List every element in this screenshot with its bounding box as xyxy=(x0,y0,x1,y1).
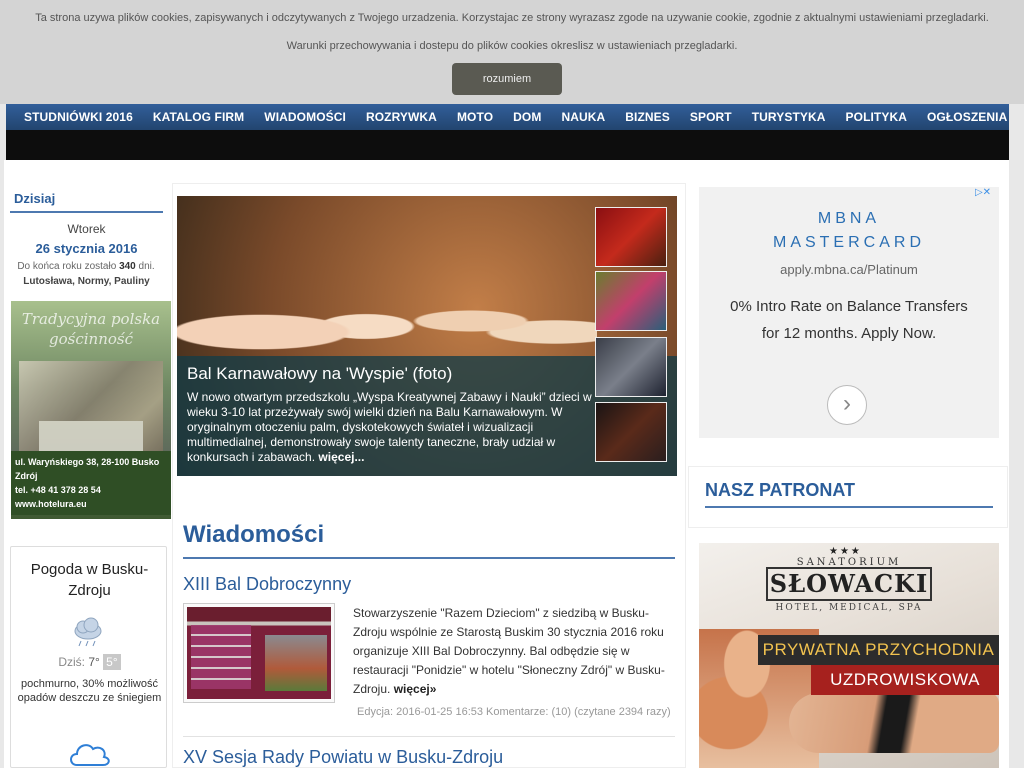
nav-item-wiadomosci[interactable]: WIADOMOŚCI xyxy=(254,110,356,124)
article-separator xyxy=(183,736,675,737)
weather-today: Dziś: 7° 5° xyxy=(11,654,168,670)
accept-cookies-button[interactable]: rozumiem xyxy=(452,63,562,95)
hotel-ad-slogan: Tradycyjna polska gościnność xyxy=(21,310,161,348)
ad-text: 0% Intro Rate on Balance Transfers for 1… xyxy=(730,298,968,342)
hotel-ad-phone-web: tel. +48 41 378 28 54 www.hotelura.eu xyxy=(15,485,101,509)
subnav-bar xyxy=(6,130,1009,160)
weather-widget: Pogoda w Busku-Zdroju Dziś: 7° 5° pochmu… xyxy=(10,546,167,768)
ad-url: apply.mbna.ca/Platinum xyxy=(780,262,918,277)
ad-band-bottom: UZDROWISKOWA xyxy=(811,665,999,695)
feature-title[interactable]: Bal Karnawałowy na 'Wyspie' (foto) xyxy=(187,364,452,384)
article-title[interactable]: XV Sesja Rady Powiatu w Busku-Zdroju xyxy=(183,747,503,768)
nav-item-polityka[interactable]: POLITYKA xyxy=(836,110,917,124)
nav-item-rozrywka[interactable]: ROZRYWKA xyxy=(356,110,447,124)
patronat-divider xyxy=(705,506,993,508)
feature-excerpt-text: W nowo otwartym przedszkolu „Wyspa Kreat… xyxy=(187,390,592,464)
news-section-title: Wiadomości xyxy=(183,521,325,548)
nav-item-dom[interactable]: DOM xyxy=(503,110,551,124)
article-more-link[interactable]: więcej» xyxy=(394,682,437,696)
today-weekday: Wtorek xyxy=(67,222,106,236)
weather-description: pochmurno, 30% możliwość opadów deszczu … xyxy=(17,678,162,704)
hotel-ad-contact: ul. Waryńskiego 38, 28-100 Busko Zdrój t… xyxy=(11,451,171,515)
chevron-right-icon[interactable]: › xyxy=(827,385,867,425)
weather-today-label: Dziś: xyxy=(58,655,85,669)
nav-item-sport[interactable]: SPORT xyxy=(680,110,742,124)
feature-excerpt: W nowo otwartym przedszkolu „Wyspa Kreat… xyxy=(187,390,595,465)
article-thumbnail-image xyxy=(187,607,331,699)
days-left-prefix: Do końca roku zostało xyxy=(17,261,117,272)
article-title[interactable]: XIII Bal Dobroczynny xyxy=(183,574,351,595)
patronat-title: NASZ PATRONAT xyxy=(705,480,855,500)
today-divider xyxy=(10,211,163,213)
days-left-suffix: dni. xyxy=(138,261,155,272)
feature-thumbnail[interactable] xyxy=(595,207,667,267)
nav-item-studniowki[interactable]: STUDNIÓWKI 2016 xyxy=(14,110,143,124)
mbna-ad[interactable]: ▷✕ MBNA MASTERCARD apply.mbna.ca/Platinu… xyxy=(699,187,999,438)
adchoices-icon[interactable]: ▷✕ xyxy=(967,187,999,203)
cloud-icon xyxy=(70,744,110,766)
hotel-ad-address: ul. Waryńskiego 38, 28-100 Busko Zdrój xyxy=(15,457,160,481)
nav-item-nauka[interactable]: NAUKA xyxy=(551,110,615,124)
article-thumbnail[interactable] xyxy=(183,603,335,703)
feature-more-link[interactable]: więcej... xyxy=(318,450,364,464)
today-title: Dzisiaj xyxy=(14,191,56,206)
sanatorium-ad[interactable]: ★★★ SANATORIUM SŁOWACKI HOTEL, MEDICAL, … xyxy=(699,543,999,768)
ad-brand-line2: MASTERCARD xyxy=(772,234,925,251)
nav-item-moto[interactable]: MOTO xyxy=(447,110,503,124)
star-rating-icon: ★★★ xyxy=(829,546,862,557)
cookie-text: Ta strona uzywa plików cookies, zapisywa… xyxy=(35,12,989,52)
hotel-ad-banner[interactable]: Tradycyjna polska gościnność ul. Waryńsk… xyxy=(11,301,171,519)
news-divider xyxy=(183,557,675,559)
cloud-rain-icon xyxy=(74,617,102,647)
weather-temp-day: 7° xyxy=(88,655,100,669)
ad-sanatorium-name: SŁOWACKI xyxy=(766,567,932,601)
ad-brand-line1: MBNA xyxy=(817,210,881,227)
weather-temp-night: 5° xyxy=(103,654,121,670)
today-date: 26 stycznia 2016 xyxy=(35,241,138,256)
days-left: Do końca roku zostało 340 dni. xyxy=(6,261,166,272)
weather-title: Pogoda w Busku-Zdroju xyxy=(30,561,149,599)
days-left-count: 340 xyxy=(119,261,136,272)
nav-item-biznes[interactable]: BIZNES xyxy=(615,110,680,124)
ad-brand: MBNA MASTERCARD xyxy=(699,207,999,255)
feature-thumbnail[interactable] xyxy=(595,402,667,462)
nav-item-turystyka[interactable]: TURYSTYKA xyxy=(742,110,836,124)
name-days: Lutosława, Normy, Pauliny xyxy=(23,276,150,287)
main-nav: STUDNIÓWKI 2016 KATALOG FIRM WIADOMOŚCI … xyxy=(6,104,1009,130)
ad-tagline: HOTEL, MEDICAL, SPA xyxy=(775,603,923,613)
article-meta: Edycja: 2016-01-25 16:53 Komentarze: (10… xyxy=(357,706,671,718)
nav-item-katalog-firm[interactable]: KATALOG FIRM xyxy=(143,110,254,124)
ad-band-top: PRYWATNA PRZYCHODNIA xyxy=(758,635,999,665)
article-excerpt: Stowarzyszenie "Razem Dzieciom" z siedzi… xyxy=(353,604,675,699)
nav-item-ogloszenia[interactable]: OGŁOSZENIA xyxy=(917,110,1017,124)
featured-slideshow[interactable]: Bal Karnawałowy na 'Wyspie' (foto) W now… xyxy=(177,196,677,476)
ad-model-body xyxy=(789,693,999,753)
feature-thumbnail[interactable] xyxy=(595,337,667,397)
feature-thumbnail[interactable] xyxy=(595,271,667,331)
